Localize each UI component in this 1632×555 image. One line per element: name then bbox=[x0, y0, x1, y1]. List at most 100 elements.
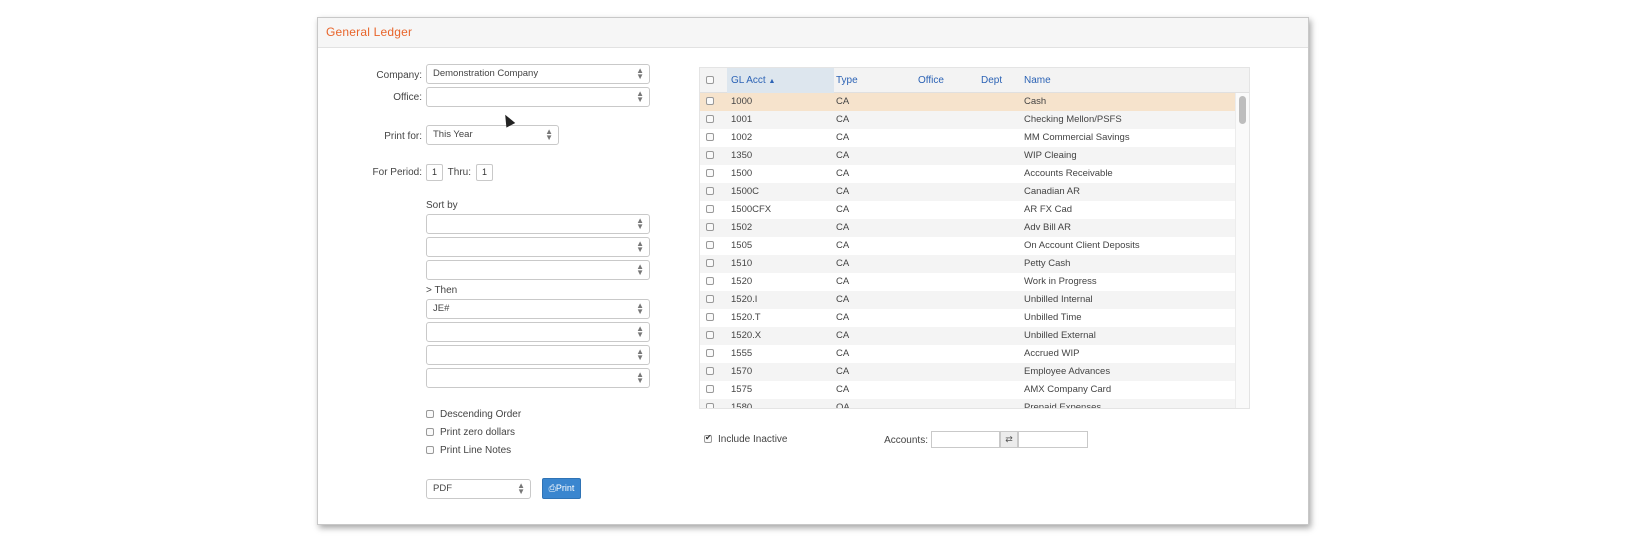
print-zero-dollars-checkbox[interactable] bbox=[426, 428, 434, 437]
office-label: Office: bbox=[393, 92, 422, 103]
column-header-gl-acct[interactable]: GL Acct ▲ bbox=[731, 75, 775, 86]
descending-order-checkbox[interactable] bbox=[426, 410, 434, 419]
table-row[interactable]: 1500 CA Accounts Receivable bbox=[700, 165, 1249, 183]
row-checkbox[interactable] bbox=[706, 97, 714, 105]
cell-name: Checking Mellon/PSFS bbox=[1024, 114, 1122, 125]
accounts-to-input[interactable] bbox=[1018, 431, 1088, 448]
company-select-value: Demonstration Company bbox=[433, 68, 539, 79]
cell-type: CA bbox=[836, 330, 850, 341]
cell-type: CA bbox=[836, 240, 850, 251]
table-row[interactable]: 1520.I CA Unbilled Internal bbox=[700, 291, 1249, 309]
table-row[interactable]: 1001 CA Checking Mellon/PSFS bbox=[700, 111, 1249, 129]
cell-acct: 1500CFX bbox=[731, 204, 772, 215]
cell-acct: 1520 bbox=[731, 276, 753, 287]
cell-type: CA bbox=[836, 276, 850, 287]
print-button[interactable]: ⎙Print bbox=[542, 478, 581, 499]
then-select-1[interactable]: JE# ▲ ▼ bbox=[426, 299, 650, 319]
table-row[interactable]: 1502 CA Adv Bill AR bbox=[700, 219, 1249, 237]
select-all-checkbox[interactable] bbox=[706, 76, 714, 84]
cell-type: CA bbox=[836, 168, 850, 179]
thru-label: Thru: bbox=[447, 167, 471, 178]
company-select[interactable]: Demonstration Company ▲ ▼ bbox=[426, 64, 650, 84]
office-select[interactable]: ▲ ▼ bbox=[426, 87, 650, 107]
select-arrows-icon: ▲ ▼ bbox=[545, 127, 553, 142]
table-row[interactable]: 1580 OA Prepaid Expenses bbox=[700, 399, 1249, 408]
table-row[interactable]: 1002 CA MM Commercial Savings bbox=[700, 129, 1249, 147]
cell-name: Canadian AR bbox=[1024, 186, 1080, 197]
column-header-office[interactable]: Office bbox=[918, 75, 944, 86]
cell-name: Adv Bill AR bbox=[1024, 222, 1071, 233]
cell-acct: 1520.I bbox=[731, 294, 758, 305]
row-checkbox[interactable] bbox=[706, 115, 714, 123]
row-checkbox[interactable] bbox=[706, 295, 714, 303]
then-label: > Then bbox=[426, 285, 458, 296]
print-zero-dollars-option[interactable]: Print zero dollars bbox=[426, 427, 515, 438]
grid-header: GL Acct ▲ Type Office Dept Name bbox=[700, 68, 1249, 93]
sort-select-2[interactable]: ▲ ▼ bbox=[426, 237, 650, 257]
column-header-type[interactable]: Type bbox=[836, 75, 858, 86]
cell-name: Petty Cash bbox=[1024, 258, 1071, 269]
column-header-name[interactable]: Name bbox=[1024, 75, 1051, 86]
row-checkbox[interactable] bbox=[706, 169, 714, 177]
output-format-select[interactable]: PDF ▲ ▼ bbox=[426, 479, 531, 499]
table-row[interactable]: 1505 CA On Account Client Deposits bbox=[700, 237, 1249, 255]
row-checkbox[interactable] bbox=[706, 259, 714, 267]
cell-type: CA bbox=[836, 384, 850, 395]
then-select-2[interactable]: ▲ ▼ bbox=[426, 322, 650, 342]
table-row[interactable]: 1520.T CA Unbilled Time bbox=[700, 309, 1249, 327]
print-for-select[interactable]: This Year ▲ ▼ bbox=[426, 125, 559, 145]
row-checkbox[interactable] bbox=[706, 187, 714, 195]
table-row[interactable]: 1570 CA Employee Advances bbox=[700, 363, 1249, 381]
table-row[interactable]: 1000 CA Cash bbox=[700, 93, 1249, 111]
row-checkbox[interactable] bbox=[706, 277, 714, 285]
then-select-3[interactable]: ▲ ▼ bbox=[426, 345, 650, 365]
row-checkbox[interactable] bbox=[706, 385, 714, 393]
printer-icon: ⎙ bbox=[548, 483, 556, 493]
company-label: Company: bbox=[376, 70, 422, 81]
table-row[interactable]: 1520 CA Work in Progress bbox=[700, 273, 1249, 291]
select-arrows-icon: ▲ ▼ bbox=[636, 370, 644, 385]
row-checkbox[interactable] bbox=[706, 223, 714, 231]
swap-icon[interactable]: ⇄ bbox=[1000, 431, 1018, 448]
descending-order-option[interactable]: Descending Order bbox=[426, 409, 521, 420]
row-checkbox[interactable] bbox=[706, 403, 714, 408]
sort-ascending-icon: ▲ bbox=[768, 78, 776, 85]
print-line-notes-option[interactable]: Print Line Notes bbox=[426, 445, 511, 456]
then-select-1-value: JE# bbox=[433, 303, 450, 314]
cell-acct: 1575 bbox=[731, 384, 753, 395]
print-line-notes-checkbox[interactable] bbox=[426, 446, 434, 455]
for-period-input[interactable]: 1 bbox=[426, 164, 443, 181]
grid-scrollbar-thumb[interactable] bbox=[1239, 96, 1246, 124]
table-row[interactable]: 1555 CA Accrued WIP bbox=[700, 345, 1249, 363]
accounts-from-input[interactable] bbox=[931, 431, 1000, 448]
row-checkbox[interactable] bbox=[706, 205, 714, 213]
table-row[interactable]: 1500C CA Canadian AR bbox=[700, 183, 1249, 201]
sort-select-1[interactable]: ▲ ▼ bbox=[426, 214, 650, 234]
table-row[interactable]: 1575 CA AMX Company Card bbox=[700, 381, 1249, 399]
row-checkbox[interactable] bbox=[706, 241, 714, 249]
cell-acct: 1520.X bbox=[731, 330, 762, 341]
include-inactive-option[interactable]: Include Inactive bbox=[704, 433, 788, 445]
row-checkbox[interactable] bbox=[706, 313, 714, 321]
then-select-4[interactable]: ▲ ▼ bbox=[426, 368, 650, 388]
sort-select-3[interactable]: ▲ ▼ bbox=[426, 260, 650, 280]
cell-name: AR FX Cad bbox=[1024, 204, 1073, 215]
row-checkbox[interactable] bbox=[706, 133, 714, 141]
cell-type: CA bbox=[836, 258, 850, 269]
cell-acct: 1520.T bbox=[731, 312, 761, 323]
cell-acct: 1502 bbox=[731, 222, 753, 233]
table-row[interactable]: 1520.X CA Unbilled External bbox=[700, 327, 1249, 345]
cell-acct: 1570 bbox=[731, 366, 753, 377]
row-checkbox[interactable] bbox=[706, 367, 714, 375]
table-row[interactable]: 1350 CA WIP Cleaing bbox=[700, 147, 1249, 165]
include-inactive-checkbox[interactable] bbox=[704, 433, 712, 444]
row-checkbox[interactable] bbox=[706, 349, 714, 357]
column-header-dept[interactable]: Dept bbox=[981, 75, 1002, 86]
cell-type: CA bbox=[836, 132, 850, 143]
row-checkbox[interactable] bbox=[706, 331, 714, 339]
grid-scrollbar[interactable] bbox=[1235, 93, 1249, 408]
table-row[interactable]: 1510 CA Petty Cash bbox=[700, 255, 1249, 273]
row-checkbox[interactable] bbox=[706, 151, 714, 159]
table-row[interactable]: 1500CFX CA AR FX Cad bbox=[700, 201, 1249, 219]
thru-input[interactable]: 1 bbox=[476, 164, 493, 181]
